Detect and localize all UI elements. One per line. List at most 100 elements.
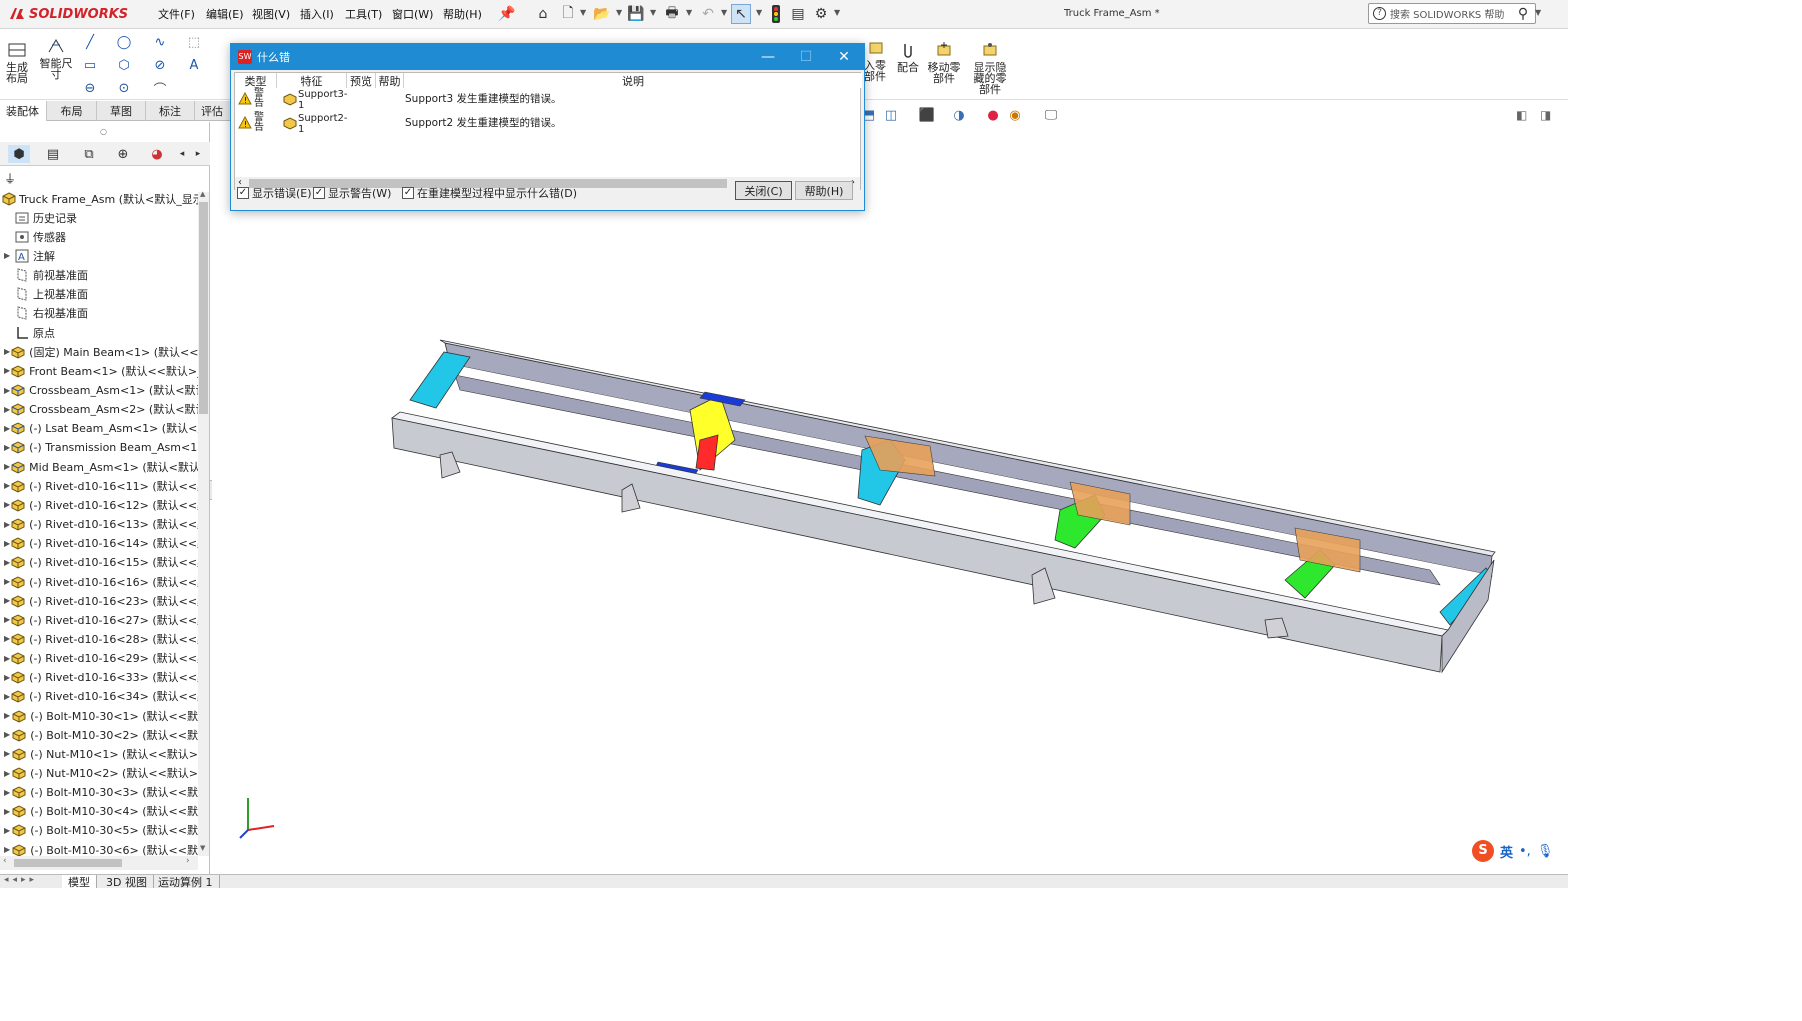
tree-root-assembly[interactable]: Truck Frame_Asm (默认<默认_显示状态-1>) — [0, 189, 198, 208]
hide-show-items-icon[interactable]: ◑ — [950, 106, 968, 124]
configuration-manager-tab-icon[interactable]: ⧉ — [78, 145, 100, 163]
point-icon[interactable]: ⊙ — [116, 80, 132, 96]
traffic-light-icon[interactable] — [766, 4, 786, 24]
mate-button[interactable]: 配合 — [894, 40, 922, 73]
tree-item[interactable]: ▶ Crossbeam_Asm<1> (默认<默认 — [0, 381, 198, 400]
offset-icon[interactable]: ⊘ — [152, 57, 168, 73]
tree-item[interactable]: ▶ (-) Rivet-d10-16<29> (默认<<默 — [0, 649, 198, 668]
expand-arrow-icon[interactable]: ▶ — [4, 711, 11, 720]
tree-scroll-thumb[interactable] — [199, 202, 208, 414]
sketch-block-icon[interactable]: ⬚ — [186, 34, 202, 50]
menu-help[interactable]: 帮助(H) — [443, 6, 482, 22]
tree-item[interactable]: 传感器 — [0, 227, 198, 246]
expand-arrow-icon[interactable]: ▶ — [4, 845, 11, 854]
column-description[interactable]: 说明 — [404, 73, 862, 88]
show-warnings-checkbox[interactable]: ✓ 显示警告(W) — [313, 185, 391, 201]
dialog-title-bar[interactable]: SW 什么错 — ☐ ✕ — [231, 44, 864, 70]
tree-item[interactable]: ▶ (-) Rivet-d10-16<13> (默认<<默 — [0, 515, 198, 534]
tree-item[interactable]: ▶ (-) Bolt-M10-30<3> (默认<<默 — [0, 783, 198, 802]
truck-frame-model[interactable] — [212, 126, 1568, 874]
tab-motion-study[interactable]: 运动算例 1 — [152, 875, 220, 888]
dimxpert-tab-icon[interactable]: ⊕ — [112, 145, 134, 163]
error-row[interactable]: ! 警 告 Support2- 1 Support2 发生重建模型的错误。 — [235, 113, 862, 137]
tree-item[interactable]: ▶ A 注解 — [0, 246, 198, 265]
generate-layout-button[interactable]: 生成 布局 — [4, 40, 30, 84]
scroll-up-icon[interactable]: ▲ — [200, 190, 205, 198]
options-gear-icon[interactable]: ⚙ — [811, 4, 831, 24]
display-manager-tab-icon[interactable]: ◕ — [146, 145, 168, 163]
polygon-icon[interactable]: ⬡ — [116, 57, 132, 73]
slot-icon[interactable]: ⊖ — [82, 80, 98, 96]
spline-icon[interactable]: ∿ — [152, 34, 168, 50]
tree-item[interactable]: ▶ (-) Rivet-d10-16<33> (默认<<默 — [0, 668, 198, 687]
tab-model[interactable]: 模型 — [62, 875, 97, 888]
undo-icon[interactable]: ↶ — [698, 4, 718, 24]
options-dropdown-icon[interactable]: ▼ — [834, 8, 840, 17]
print-icon[interactable]: 🖶 — [662, 4, 682, 24]
undo-dropdown-icon[interactable]: ▼ — [721, 8, 727, 17]
tree-item[interactable]: ▶ (-) Nut-M10<1> (默认<<默认> — [0, 744, 198, 763]
tree-item[interactable]: ▶ (-) Bolt-M10-30<2> (默认<<默 — [0, 725, 198, 744]
tree-item[interactable]: ▶ (-) Rivet-d10-16<12> (默认<<默 — [0, 495, 198, 514]
circle-icon[interactable]: ◯ — [116, 34, 132, 50]
tree-item[interactable]: ▶ (-) Bolt-M10-30<1> (默认<<默 — [0, 706, 198, 725]
expand-arrow-icon[interactable]: ▶ — [4, 749, 11, 758]
help-search-input[interactable]: ? 搜索 SOLIDWORKS 帮助 — [1368, 3, 1536, 24]
tree-vertical-scrollbar[interactable]: ▲ ▼ — [198, 190, 209, 856]
filter-icon[interactable]: ⏚ — [4, 170, 16, 187]
pin-icon[interactable]: 📌 — [497, 4, 517, 24]
maximize-icon[interactable]: ☐ — [787, 44, 825, 70]
show-errors-checkbox[interactable]: ✓ 显示错误(E) — [237, 185, 312, 201]
expand-arrow-icon[interactable]: ▶ — [4, 788, 11, 797]
tab-sketch[interactable]: 草图 — [97, 101, 146, 121]
menu-view[interactable]: 视图(V) — [252, 6, 290, 22]
open-icon[interactable]: 📂 — [592, 4, 612, 24]
tabs-left-arrow-icon[interactable]: ◂ — [176, 145, 188, 163]
expand-arrow-icon[interactable]: ▶ — [4, 826, 11, 835]
tree-horizontal-scrollbar[interactable]: ‹ › — [0, 856, 198, 870]
tree-item[interactable]: ▶ Crossbeam_Asm<2> (默认<默认 — [0, 400, 198, 419]
insert-component-button[interactable]: 入零 部件 — [862, 38, 888, 82]
tree-item[interactable]: ▶ (-) Transmission Beam_Asm<1> — [0, 438, 198, 457]
tab-assembly[interactable]: 装配体 — [0, 101, 47, 121]
scroll-right-icon[interactable]: › — [186, 856, 190, 866]
tree-hscroll-thumb[interactable] — [14, 859, 122, 867]
panel-grip-icon[interactable]: ○ — [100, 127, 107, 136]
window-tile-right-icon[interactable]: ◨ — [1540, 108, 1551, 122]
tab-navigation-arrows-icon[interactable]: ◂◂▸▸ — [4, 875, 38, 885]
smart-dimension-button[interactable]: 智能尺 寸 — [36, 36, 76, 80]
tabs-right-arrow-icon[interactable]: ▸ — [192, 145, 204, 163]
print-dropdown-icon[interactable]: ▼ — [686, 8, 692, 17]
rectangle-icon[interactable]: ▭ — [82, 57, 98, 73]
show-during-rebuild-checkbox[interactable]: ✓ 在重建模型过程中显示什么错(D) — [402, 185, 577, 201]
display-style-icon[interactable]: ⬛ — [918, 106, 936, 124]
tree-item[interactable]: 右视基准面 — [0, 304, 198, 323]
file-properties-icon[interactable]: ▤ — [788, 4, 808, 24]
column-feature[interactable]: 特征 — [277, 73, 347, 88]
tree-item[interactable]: ▶ (-) Rivet-d10-16<34> (默认<<默 — [0, 687, 198, 706]
menu-window[interactable]: 窗口(W) — [392, 6, 433, 22]
tree-item[interactable]: ▶ Mid Beam_Asm<1> (默认<默认_ — [0, 457, 198, 476]
tab-layout[interactable]: 布局 — [47, 101, 97, 121]
tree-item[interactable]: ▶ (-) Bolt-M10-30<5> (默认<<默 — [0, 821, 198, 840]
tree-item[interactable]: ▶ (-) Rivet-d10-16<27> (默认<<默 — [0, 610, 198, 629]
appearance-icon[interactable]: ● — [984, 106, 1002, 124]
tree-item[interactable]: ▶ (-) Rivet-d10-16<14> (默认<<默 — [0, 534, 198, 553]
tab-evaluate[interactable]: 评估 — [195, 101, 235, 121]
expand-arrow-icon[interactable]: ▶ — [4, 807, 11, 816]
new-dropdown-icon[interactable]: ▼ — [580, 8, 586, 17]
minimize-icon[interactable]: — — [749, 44, 787, 70]
tree-item[interactable]: ▶ Front Beam<1> (默认<<默认>_显 — [0, 361, 198, 380]
error-row[interactable]: ! 警 告 Support3- 1 Support3 发生重建模型的错误。 — [235, 89, 862, 113]
tree-item[interactable]: ▶ (-) Rivet-d10-16<11> (默认<<默 — [0, 476, 198, 495]
home-icon[interactable]: ⌂ — [533, 4, 553, 24]
help-button[interactable]: 帮助(H) — [795, 181, 853, 200]
tab-3d-views[interactable]: 3D 视图 — [100, 875, 154, 888]
menu-file[interactable]: 文件(F) — [158, 6, 195, 22]
tree-item[interactable]: ▶ (-) Rivet-d10-16<23> (默认<<默 — [0, 591, 198, 610]
column-preview[interactable]: 预览 — [347, 73, 376, 88]
save-icon[interactable]: 💾 — [626, 4, 646, 24]
tree-item[interactable]: 原点 — [0, 323, 198, 342]
scroll-down-icon[interactable]: ▼ — [200, 844, 205, 852]
expand-arrow-icon[interactable]: ▶ — [4, 251, 14, 260]
